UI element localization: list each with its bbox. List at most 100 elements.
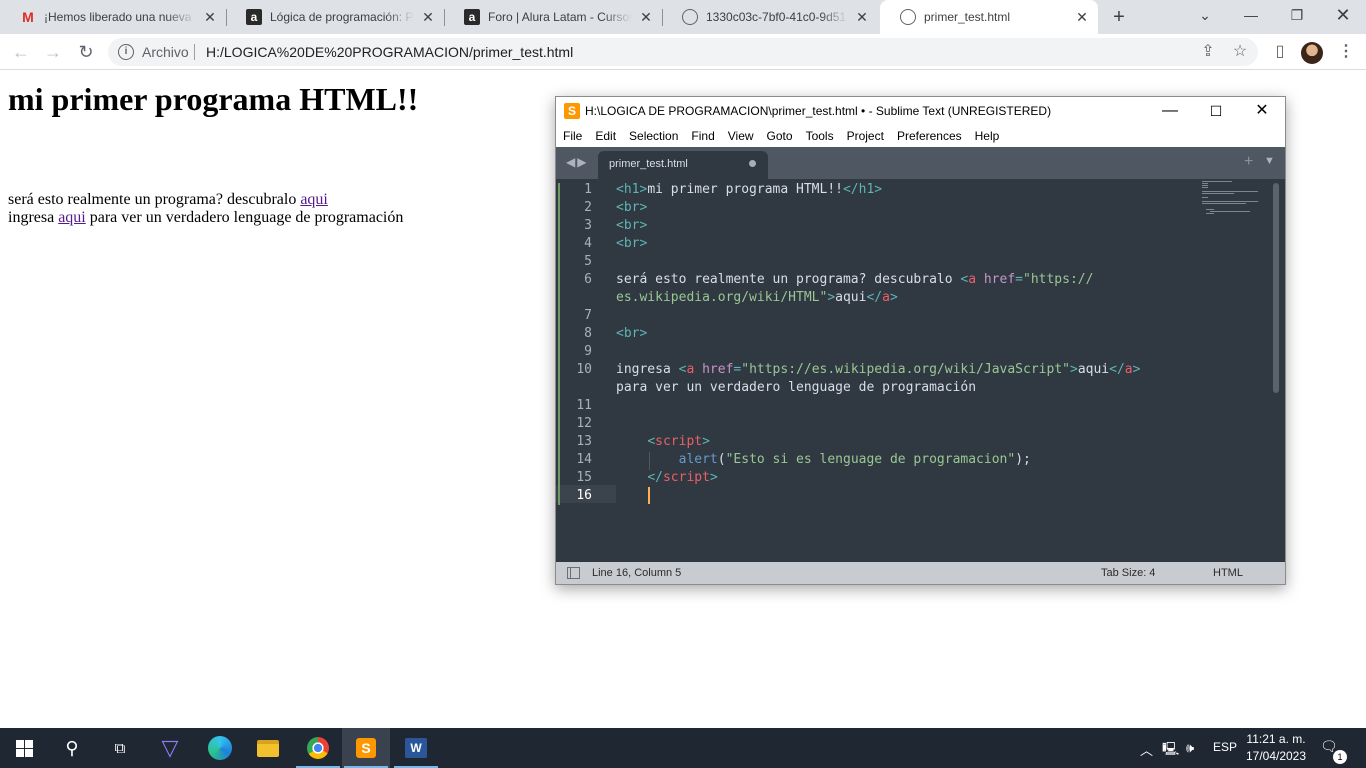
task-view-icon[interactable]: ⧉ [96,728,144,768]
volume-icon[interactable]: 🕪 [1186,740,1194,756]
line2-prefix: ingresa [8,209,59,226]
minimap[interactable] [1202,181,1268,221]
show-hidden-icons-chevron-icon[interactable]: ︿ [1140,740,1153,759]
edge-icon[interactable] [196,728,244,768]
syntax-mode[interactable]: HTML [1213,567,1243,579]
browser-tab-gmail[interactable]: M ¡Hemos liberado una nueva formación! ✕ [0,0,226,34]
clock[interactable]: 11:21 a. m. 17/04/2023 [1240,731,1312,765]
tab-scroll-arrows-icon[interactable]: ◀▶ [566,155,588,169]
back-arrow-icon[interactable]: ← [9,40,33,64]
sublime-statusbar: Line 16, Column 5 Tab Size: 4 HTML [556,562,1285,584]
line-number: 13 [576,434,592,449]
tab-title: Foro | Alura Latam - Cursos online [488,10,632,24]
restore-icon[interactable]: ❐ [1274,0,1320,30]
close-window-icon[interactable]: ✕ [1320,0,1366,30]
minimize-icon[interactable]: — [1228,0,1274,30]
network-icon[interactable]: 🖳 [1162,740,1179,762]
chrome-icon[interactable] [294,728,342,768]
unsaved-dot-icon[interactable] [749,160,756,167]
address-divider [194,44,195,60]
tab-size[interactable]: Tab Size: 4 [1101,567,1155,579]
line-number: 9 [584,344,592,359]
bookmark-star-icon[interactable]: ☆ [1228,40,1252,64]
info-icon[interactable]: i [118,44,134,60]
code-token: <h1> [616,182,648,197]
close-tab-icon[interactable]: ✕ [638,9,654,25]
menu-find[interactable]: Find [691,129,714,143]
code-line-4: <br> [616,236,648,251]
code-token: "https://es.wikipedia.org/wiki/JavaScrip… [741,362,1070,377]
menu-view[interactable]: View [728,129,754,143]
menu-edit[interactable]: Edit [595,129,616,143]
menu-preferences[interactable]: Preferences [897,129,962,143]
sublime-titlebar[interactable]: S H:\LOGICA DE PROGRAMACION\primer_test.… [556,97,1285,125]
close-icon[interactable]: ✕ [1239,97,1285,125]
sublime-menubar: File Edit Selection Find View Goto Tools… [556,125,1285,147]
line1-text: será esto realmente un programa? descubr… [8,191,301,208]
word-icon[interactable]: W [392,728,440,768]
browser-tab-logica[interactable]: a Lógica de programación: Primeros pasos… [226,0,444,34]
address-url[interactable]: H:/LOGICA%20DE%20PROGRAMACION/primer_tes… [206,44,573,60]
tab-search-chevron-icon[interactable]: ⌄ [1182,0,1228,30]
file-explorer-icon[interactable] [244,728,292,768]
notification-badge: 1 [1333,750,1347,764]
editor-tab[interactable]: primer_test.html [598,151,768,179]
sublime-logo-icon: S [564,103,580,119]
line-number: 7 [584,308,592,323]
code-line-8: <br> [616,326,648,341]
menu-tools[interactable]: Tools [806,129,834,143]
browser-tab-strip: M ¡Hemos liberado una nueva formación! ✕… [0,0,1366,34]
search-icon[interactable]: ⚲ [48,728,96,768]
menu-help[interactable]: Help [975,129,1000,143]
menu-project[interactable]: Project [847,129,884,143]
sublime-text-icon[interactable]: S [342,728,390,768]
page-line-1: será esto realmente un programa? descubr… [8,191,328,209]
new-file-plus-icon[interactable]: + [1244,153,1253,171]
menu-selection[interactable]: Selection [629,129,678,143]
minimize-icon[interactable]: — [1147,97,1193,125]
line-number-current: 16 [576,488,592,503]
code-token: script [662,470,710,485]
side-panel-icon[interactable]: ▯ [1268,40,1292,64]
page-line-2: ingresa aqui para ver un verdadero lengu… [8,209,403,227]
reload-icon[interactable]: ↻ [74,40,98,64]
menu-goto[interactable]: Goto [767,129,793,143]
tab-list-dropdown-icon[interactable]: ▼ [1264,155,1275,167]
vpn-app-icon[interactable]: ▽ [146,728,194,768]
profile-avatar[interactable] [1301,42,1323,64]
menu-file[interactable]: File [563,129,582,143]
close-tab-icon[interactable]: ✕ [854,9,870,25]
more-menu-icon[interactable]: ⋮ [1334,40,1358,64]
maximize-icon[interactable]: ☐ [1193,97,1239,125]
address-bar[interactable]: i Archivo H:/LOGICA%20DE%20PROGRAMACION/… [108,38,1258,66]
code-line-10-wrap: para ver un verdadero lenguage de progra… [616,380,977,395]
browser-tab-uuid[interactable]: 1330c03c-7bf0-41c0-9d51-2 ✕ [662,0,878,34]
editor-tab-label: primer_test.html [609,158,688,170]
browser-tab-active[interactable]: primer_test.html ✕ [880,0,1098,34]
javascript-link[interactable]: aqui [58,209,86,226]
share-icon[interactable]: ⇪ [1196,40,1220,64]
close-tab-icon[interactable]: ✕ [1074,9,1090,25]
cursor-position[interactable]: Line 16, Column 5 [592,567,681,579]
forward-arrow-icon[interactable]: → [41,40,65,64]
close-tab-icon[interactable]: ✕ [420,9,436,25]
sidebar-toggle-icon[interactable] [567,567,580,579]
line-number: 11 [576,398,592,413]
line-number: 15 [576,470,592,485]
code-area[interactable]: 1 2 3 4 5 6 7 8 9 10 11 12 13 14 15 16 <… [556,179,1285,562]
tab-title: ¡Hemos liberado una nueva formación! [44,10,196,24]
close-tab-icon[interactable]: ✕ [202,9,218,25]
address-scheme-label: Archivo [142,44,189,60]
vertical-scrollbar[interactable] [1273,183,1279,393]
line-number: 4 [584,236,592,251]
start-windows-icon[interactable] [0,728,48,768]
browser-tab-foro[interactable]: a Foro | Alura Latam - Cursos online ✕ [444,0,662,34]
code-token: ingresa [616,362,679,377]
language-indicator[interactable]: ESP [1213,740,1237,754]
gmail-icon: M [22,9,34,25]
code-editor[interactable]: 1 2 3 4 5 6 7 8 9 10 11 12 13 14 15 16 <… [556,179,1285,562]
alura-icon: a [464,9,480,25]
html-link[interactable]: aqui [300,191,328,208]
code-token: </h1> [842,182,883,197]
new-tab-icon[interactable]: + [1108,6,1130,28]
